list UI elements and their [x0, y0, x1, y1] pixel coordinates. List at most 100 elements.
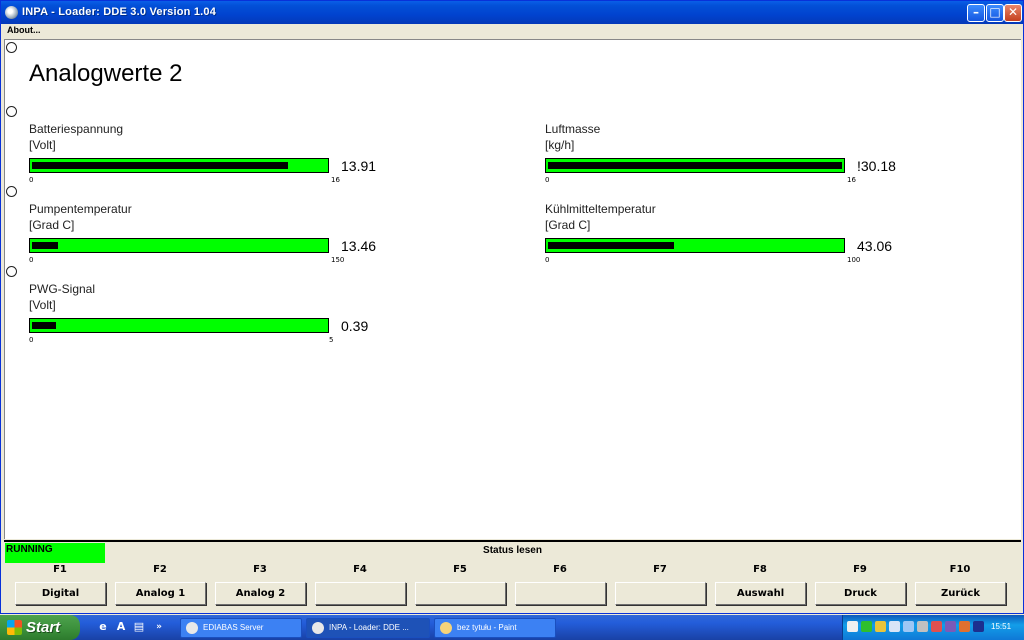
fkey-label-f9: F9 — [853, 564, 867, 575]
start-label: Start — [26, 619, 61, 636]
gauge-min: 0 — [29, 176, 34, 184]
radio-button[interactable] — [6, 266, 17, 277]
gauge-max: 150 — [331, 256, 345, 264]
inpa-icon — [312, 622, 324, 634]
content-area: Analogwerte 2 Batteriespannung [Volt] 13… — [4, 39, 1021, 539]
text-icon[interactable]: A — [114, 620, 128, 634]
gauge-fill — [548, 242, 675, 249]
gauge-unit: [Volt] — [29, 298, 56, 312]
system-tray: 15:51 — [842, 615, 1024, 640]
gauge-min: 0 — [545, 176, 550, 184]
gauge-bar — [29, 238, 329, 253]
radio-button[interactable] — [6, 106, 17, 117]
gauge-min: 0 — [29, 336, 34, 344]
gauge-pumpentemperatur: Pumpentemperatur [Grad C] 13.46 0 150 — [29, 202, 429, 264]
tray-app-icon[interactable] — [931, 621, 942, 632]
auswahl-button[interactable]: Auswahl — [715, 582, 806, 605]
menu-about[interactable]: About... — [7, 25, 41, 35]
gauge-value: !30.18 — [857, 158, 896, 174]
zurueck-button[interactable]: Zurück — [915, 582, 1006, 605]
fkey-label-f10: F10 — [949, 564, 971, 575]
status-text: Status lesen — [483, 545, 542, 556]
page-title: Analogwerte 2 — [29, 60, 183, 87]
gauge-unit: [Grad C] — [29, 218, 75, 232]
fkey-label-f5: F5 — [453, 564, 467, 575]
task-paint[interactable]: bez tytułu - Paint — [434, 618, 556, 638]
f7-button[interactable] — [615, 582, 706, 605]
title-bar[interactable]: INPA - Loader: DDE 3.0 Version 1.04 – □ … — [1, 1, 1023, 24]
analog-2-button[interactable]: Analog 2 — [215, 582, 306, 605]
gauge-max: 16 — [331, 176, 340, 184]
gauge-bar — [545, 238, 845, 253]
task-label: bez tytułu - Paint — [457, 623, 517, 632]
ie-icon[interactable]: e — [96, 620, 110, 634]
tray-app-icon[interactable] — [959, 621, 970, 632]
druck-button[interactable]: Druck — [815, 582, 906, 605]
tray-app-icon[interactable] — [917, 621, 928, 632]
gauge-fill — [548, 162, 842, 169]
radio-button[interactable] — [6, 186, 17, 197]
windows-logo-icon — [7, 620, 22, 635]
gauge-label: Luftmasse — [545, 122, 601, 136]
task-inpa-loader[interactable]: INPA - Loader: DDE ... — [306, 618, 430, 638]
taskbar: Start e A ▤ » EDIABAS Server INPA - Load… — [0, 615, 1024, 640]
task-label: INPA - Loader: DDE ... — [329, 623, 409, 632]
gauge-min: 0 — [545, 256, 550, 264]
menu-bar: About... — [1, 24, 1023, 39]
tray-app-icon[interactable] — [889, 621, 900, 632]
radio-button[interactable] — [6, 42, 17, 53]
gauge-unit: [kg/h] — [545, 138, 575, 152]
gauge-unit: [Grad C] — [545, 218, 591, 232]
gauge-bar — [29, 158, 329, 173]
f4-button[interactable] — [315, 582, 406, 605]
gauge-label: Kühlmitteltemperatur — [545, 202, 656, 216]
gauge-pwg-signal: PWG-Signal [Volt] 0.39 0 5 — [29, 282, 429, 344]
gauge-max: 16 — [847, 176, 856, 184]
gauge-bar — [29, 318, 329, 333]
minimize-button[interactable]: – — [967, 4, 985, 22]
fkey-label-f4: F4 — [353, 564, 367, 575]
gauge-label: PWG-Signal — [29, 282, 96, 296]
digital-button[interactable]: Digital — [15, 582, 106, 605]
f6-button[interactable] — [515, 582, 606, 605]
gauge-bar — [545, 158, 845, 173]
window-title: INPA - Loader: DDE 3.0 Version 1.04 — [22, 6, 217, 18]
gauge-value: 13.46 — [341, 238, 377, 254]
analog-1-button[interactable]: Analog 1 — [115, 582, 206, 605]
gauge-kuehlmitteltemperatur: Kühlmitteltemperatur [Grad C] 43.06 0 10… — [545, 202, 945, 264]
gauge-luftmasse: Luftmasse [kg/h] !30.18 0 16 — [545, 122, 945, 184]
gauge-min: 0 — [29, 256, 34, 264]
gauge-fill — [32, 242, 59, 249]
fkey-label-f7: F7 — [653, 564, 667, 575]
tray-app-icon[interactable] — [945, 621, 956, 632]
status-area: RUNNING Status lesen F1 F2 F3 F4 F5 F6 F… — [4, 540, 1021, 610]
gauge-unit: [Volt] — [29, 138, 56, 152]
gauge-value: 43.06 — [857, 238, 893, 254]
gauge-fill — [32, 162, 288, 169]
maximize-button[interactable]: □ — [986, 4, 1004, 22]
gauge-fill — [32, 322, 56, 329]
tray-app-icon[interactable] — [903, 621, 914, 632]
tray-app-icon[interactable] — [861, 621, 872, 632]
app-icon — [5, 6, 18, 19]
task-ediabas-server[interactable]: EDIABAS Server — [180, 618, 302, 638]
close-button[interactable]: ✕ — [1004, 4, 1022, 22]
gauge-max: 100 — [847, 256, 861, 264]
quicklaunch-more[interactable]: » — [152, 620, 166, 634]
ediabas-icon — [186, 622, 198, 634]
tray-app-icon[interactable] — [875, 621, 886, 632]
document-icon[interactable]: ▤ — [132, 620, 146, 634]
gauge-label: Pumpentemperatur — [29, 202, 132, 216]
tray-app-icon[interactable] — [973, 621, 984, 632]
tray-collapse-icon[interactable] — [847, 621, 858, 632]
gauge-value: 13.91 — [341, 158, 377, 174]
gauge-max: 5 — [329, 336, 334, 344]
start-button[interactable]: Start — [0, 615, 80, 640]
fkey-label-f6: F6 — [553, 564, 567, 575]
gauge-label: Batteriespannung — [29, 122, 124, 136]
f5-button[interactable] — [415, 582, 506, 605]
fkey-label-f1: F1 — [53, 564, 67, 575]
task-label: EDIABAS Server — [203, 623, 264, 632]
gauge-value: 0.39 — [341, 318, 369, 334]
fkey-label-f2: F2 — [153, 564, 167, 575]
